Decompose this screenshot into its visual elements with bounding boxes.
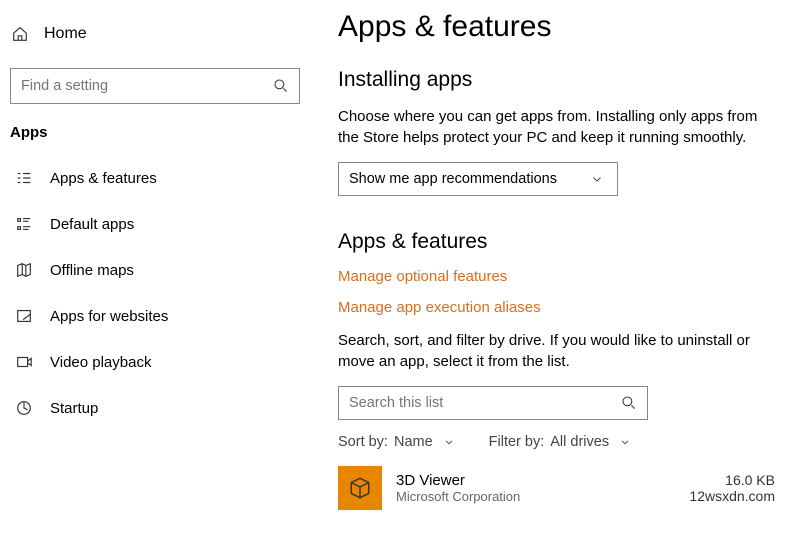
main-panel: Apps & features Installing apps Choose w… [310,0,795,554]
video-playback-icon [14,352,34,372]
app-name: 3D Viewer [396,472,675,489]
app-publisher: Microsoft Corporation [396,489,675,504]
apps-features-icon [14,168,34,188]
sort-by-label: Sort by: [338,434,388,450]
sidebar-item-apps-websites[interactable]: Apps for websites [0,293,310,339]
install-source-value: Show me app recommendations [349,171,557,187]
startup-icon [14,398,34,418]
filter-by-value: All drives [550,434,609,450]
search-icon [271,76,291,96]
sidebar-item-startup[interactable]: Startup [0,385,310,431]
app-size: 16.0 KB [689,472,775,488]
default-apps-icon [14,214,34,234]
apps-features-heading: Apps & features [338,230,775,254]
app-info: 3D Viewer Microsoft Corporation [396,472,675,504]
home-button[interactable]: Home [0,18,310,50]
app-icon [338,466,382,510]
install-source-dropdown[interactable]: Show me app recommendations [338,162,618,196]
sidebar: Home Apps Apps & features Default apps O… [0,0,310,554]
filter-by-dropdown[interactable]: Filter by: All drives [489,432,635,452]
filter-by-label: Filter by: [489,434,545,450]
search-apps-input[interactable] [349,395,619,411]
sidebar-item-label: Video playback [50,354,151,371]
installing-apps-desc: Choose where you can get apps from. Inst… [338,106,775,148]
chevron-down-icon [615,432,635,452]
manage-optional-features-link[interactable]: Manage optional features [338,268,775,285]
search-apps[interactable] [338,386,648,420]
offline-maps-icon [14,260,34,280]
sort-filter-row: Sort by: Name Filter by: All drives [338,432,775,452]
app-list-item[interactable]: 3D Viewer Microsoft Corporation 16.0 KB … [338,466,775,510]
sidebar-item-default-apps[interactable]: Default apps [0,201,310,247]
manage-aliases-link[interactable]: Manage app execution aliases [338,299,775,316]
chevron-down-icon [587,169,607,189]
apps-features-desc: Search, sort, and filter by drive. If yo… [338,330,775,372]
chevron-down-icon [439,432,459,452]
app-date: 12wsxdn.com [689,488,775,504]
sidebar-section-title: Apps [10,124,300,141]
sidebar-item-label: Apps & features [50,170,157,187]
search-settings[interactable] [10,68,300,104]
page-title: Apps & features [338,10,775,44]
sidebar-item-apps-features[interactable]: Apps & features [0,155,310,201]
sidebar-item-label: Offline maps [50,262,134,279]
app-meta: 16.0 KB 12wsxdn.com [689,472,775,504]
sidebar-item-video-playback[interactable]: Video playback [0,339,310,385]
installing-apps-heading: Installing apps [338,68,775,92]
search-settings-input[interactable] [21,78,271,94]
home-label: Home [44,25,87,43]
sidebar-item-label: Startup [50,400,98,417]
sidebar-item-label: Default apps [50,216,134,233]
search-icon [619,393,639,413]
sort-by-value: Name [394,434,433,450]
sidebar-item-offline-maps[interactable]: Offline maps [0,247,310,293]
sidebar-item-label: Apps for websites [50,308,168,325]
apps-websites-icon [14,306,34,326]
sort-by-dropdown[interactable]: Sort by: Name [338,432,459,452]
home-icon [10,24,30,44]
